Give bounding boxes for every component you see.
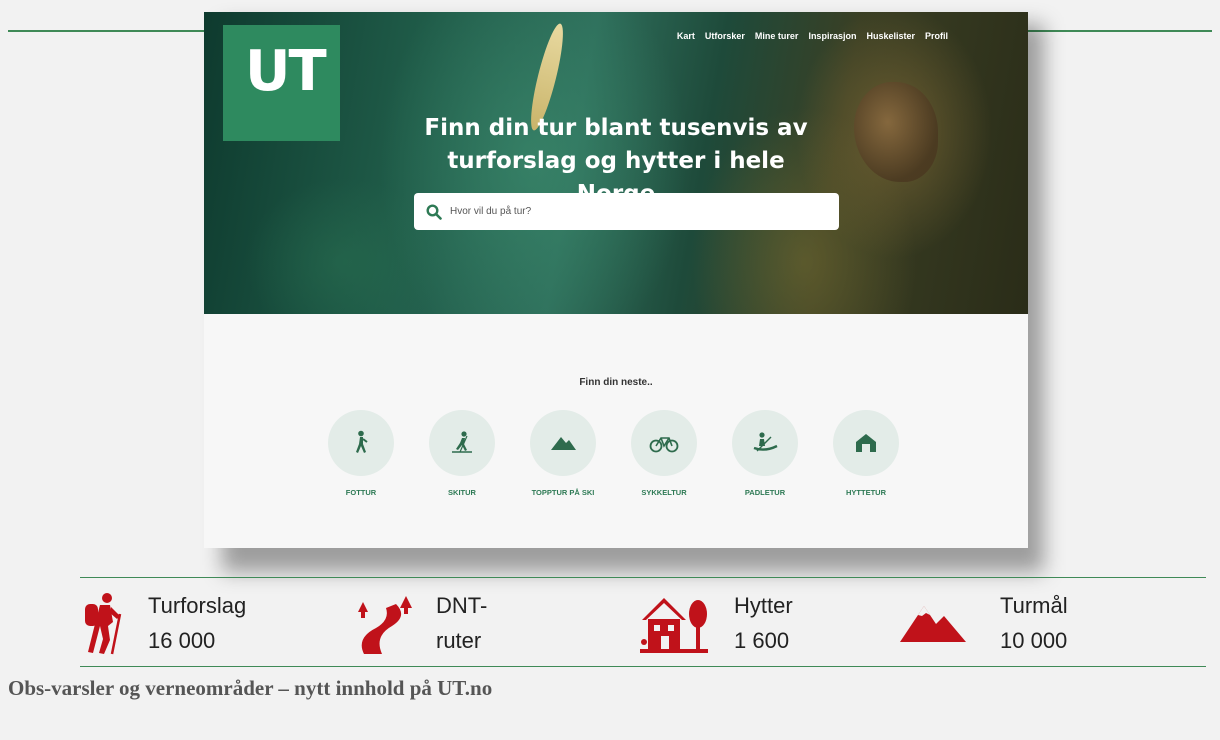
stat-label: Turforslag: [148, 593, 247, 618]
article-title: Obs-varsler og verneområder – nytt innho…: [8, 676, 493, 700]
hiker-icon: [356, 430, 368, 453]
stat-turforslag: Turforslag 16 000: [80, 588, 246, 658]
stat-dnt-ruter: DNT- ruter: [352, 588, 487, 658]
logo-text: UT: [245, 39, 327, 104]
nav-mine-turer[interactable]: Mine turer: [755, 31, 799, 41]
category-circle: [833, 410, 899, 476]
nav-kart[interactable]: Kart: [677, 31, 695, 41]
stat-hytter: Hytter 1 600: [638, 588, 793, 658]
category-label: TOPPTUR PÅ SKI: [531, 488, 595, 497]
category-circle: [429, 410, 495, 476]
website-screenshot: UT Kart Utforsker Mine turer Inspirasjon…: [204, 12, 1028, 548]
stat-value: 1 600: [734, 628, 790, 653]
trail-icon: [358, 596, 412, 654]
stat-value: 16 000: [148, 628, 216, 653]
category-section: Finn din neste.. FOTTUR SKITUR TOPPTUR P…: [204, 314, 1028, 548]
stats-top-divider: [80, 577, 1206, 578]
mountain-peak-icon: [900, 606, 966, 642]
category-circle: [732, 410, 798, 476]
paddle-icon: [753, 432, 778, 452]
stat-value: 10 000: [1000, 628, 1068, 653]
search-bar[interactable]: Hvor vil du på tur?: [414, 193, 839, 230]
category-sykkeltur[interactable]: SYKKELTUR: [629, 410, 699, 497]
category-circle: [631, 410, 697, 476]
category-circle: [328, 410, 394, 476]
category-label: FOTTUR: [345, 488, 377, 497]
cabin-tree-icon: [640, 598, 708, 653]
stat-label: DNT-: [436, 593, 488, 618]
cabin-icon: [856, 434, 876, 452]
stats-bottom-divider: [80, 666, 1206, 667]
category-fottur[interactable]: FOTTUR: [326, 410, 396, 497]
nav-utforsker[interactable]: Utforsker: [705, 31, 745, 41]
nav-profil[interactable]: Profil: [925, 31, 948, 41]
search-input[interactable]: Hvor vil du på tur?: [450, 206, 531, 217]
category-label: SYKKELTUR: [641, 488, 687, 497]
backpacker-icon: [85, 593, 122, 655]
mountain-icon: [551, 437, 576, 450]
skier-icon: [452, 431, 472, 453]
stat-turmal: Turmål 10 000: [898, 588, 1068, 658]
nav-inspirasjon[interactable]: Inspirasjon: [808, 31, 856, 41]
stat-label: Hytter: [734, 593, 793, 618]
nav-huskelister[interactable]: Huskelister: [866, 31, 915, 41]
hero-banner: UT Kart Utforsker Mine turer Inspirasjon…: [204, 12, 1028, 314]
category-circle: [530, 410, 596, 476]
rock-image: [854, 82, 938, 182]
finn-heading: Finn din neste..: [579, 377, 653, 388]
category-label: PADLETUR: [744, 488, 786, 497]
category-padletur[interactable]: PADLETUR: [730, 410, 800, 497]
category-list: FOTTUR SKITUR TOPPTUR PÅ SKI SYKKELTUR P…: [326, 410, 901, 497]
category-label: SKITUR: [448, 488, 476, 497]
hero-title-line1: Finn din tur blant tusenvis av: [424, 115, 808, 141]
category-topptur[interactable]: TOPPTUR PÅ SKI: [528, 410, 598, 497]
main-nav: Kart Utforsker Mine turer Inspirasjon Hu…: [677, 31, 948, 41]
category-skitur[interactable]: SKITUR: [427, 410, 497, 497]
bicycle-icon: [649, 437, 679, 453]
stat-value: ruter: [436, 628, 482, 653]
category-label: HYTTETUR: [846, 488, 886, 497]
search-icon: [426, 203, 442, 220]
category-hyttetur[interactable]: HYTTETUR: [831, 410, 901, 497]
stat-label: Turmål: [1000, 593, 1068, 618]
ut-logo[interactable]: UT: [223, 25, 340, 141]
